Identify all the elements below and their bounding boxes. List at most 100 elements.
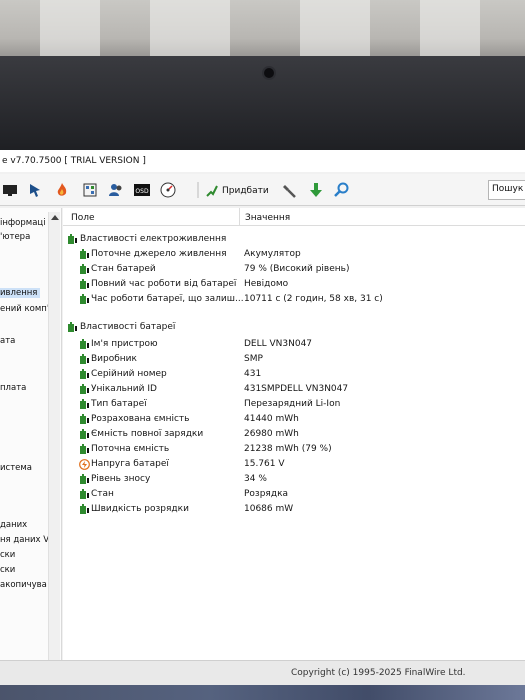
battery-icon [79,414,90,425]
battery-icon [79,279,90,290]
report-label: Придбати [222,186,269,196]
field-value: 79 % (Високий рівень) [244,264,350,274]
table-row[interactable]: Поточне джерело живлення Акумулятор [63,247,525,262]
field-label: Напруга батареї [91,459,169,469]
users-icon[interactable] [108,182,124,198]
table-row[interactable]: Стан Розрядка [63,487,525,502]
details-panel: Поле Значення Властивості електроживленн… [63,208,525,688]
table-row[interactable]: Стан батарей 79 % (Високий рівень) [63,262,525,277]
voltage-icon [79,459,90,470]
copyright-text: Copyright (c) 1995-2025 FinalWire Ltd. [291,668,466,678]
battery-icon [79,249,90,260]
report-icon [205,184,219,198]
table-row[interactable]: Поточна ємність 21238 mWh (79 %) [63,442,525,457]
field-value: 34 % [244,474,267,484]
search-icon[interactable] [334,182,350,198]
svg-text:OSD: OSD [135,188,149,195]
field-label: Поточна ємність [91,444,170,454]
battery-icon [79,339,90,350]
table-row[interactable]: Рівень зносу 34 % [63,472,525,487]
sidebar-item[interactable]: даних [0,520,27,530]
search-button[interactable]: Пошук [488,180,525,200]
section-label: Властивості батареї [80,322,176,332]
field-value: 26980 mWh [244,429,299,439]
battery-icon [79,354,90,365]
field-label: Швидкість розрядки [91,504,189,514]
col-value-header[interactable]: Значення [245,213,290,223]
report-button[interactable]: Придбати [205,182,269,200]
sidebar-tree: інформаці 'ютера ивлення ений комп'ю ата… [0,208,62,688]
sidebar-item[interactable]: 'ютера [0,232,30,242]
table-row[interactable]: Час роботи батареї, що залиш... 10711 с … [63,292,525,307]
section-battery-properties[interactable]: Властивості батареї [63,320,525,335]
field-label: Рівень зносу [91,474,151,484]
field-label: Тип батареї [91,399,147,409]
battery-icon [79,489,90,500]
battery-icon [79,264,90,275]
table-row[interactable]: Швидкість розрядки 10686 mW [63,502,525,517]
sidebar-scrollbar[interactable] [48,212,60,682]
table-row[interactable]: Розрахована ємність 41440 mWh [63,412,525,427]
field-value: SMP [244,354,263,364]
curtain [40,0,100,56]
scroll-up-icon [51,215,59,220]
battery-icon [79,399,90,410]
column-separator[interactable] [239,208,240,226]
sidebar-item[interactable]: ски [0,565,15,575]
sidebar-item[interactable]: истема [0,463,32,473]
column-header: Поле Значення [63,208,525,226]
sidebar-item[interactable]: акопичува [0,580,47,590]
field-value: Перезарядний Li-Ion [244,399,341,409]
flame-icon[interactable] [54,182,70,198]
field-value: Невідомо [244,279,289,289]
field-label: Серійний номер [91,369,167,379]
field-value: 41440 mWh [244,414,299,424]
tools-icon[interactable] [282,182,298,198]
toolbar: OSD Придбати Пошук [0,174,525,206]
field-label: Стан батарей [91,264,156,274]
sidebar-item[interactable]: ня даних V [0,535,49,545]
battery-icon [79,444,90,455]
field-label: Ємність повної зарядки [91,429,204,439]
table-row[interactable]: Серійний номер 431 [63,367,525,382]
sidebar-item[interactable]: ски [0,550,15,560]
sidebar-item[interactable]: інформаці [0,218,46,228]
field-label: Розрахована ємність [91,414,190,424]
table-row[interactable]: Тип батареї Перезарядний Li-Ion [63,397,525,412]
field-value: 21238 mWh (79 %) [244,444,332,454]
app-window: e v7.70.7500 [ TRIAL VERSION ] OSD Придб… [0,150,525,700]
table-row[interactable]: Унікальний ID 431SMPDELL VN3N047 [63,382,525,397]
sidebar-item-power[interactable]: ивлення [0,288,40,298]
download-icon[interactable] [308,182,324,198]
field-label: Виробник [91,354,137,364]
network-icon[interactable] [82,182,98,198]
field-value: 431SMPDELL VN3N047 [244,384,349,394]
field-label: Час роботи батареї, що залиш... [91,294,244,304]
gauge-icon[interactable] [160,182,176,198]
field-label: Стан [91,489,114,499]
sidebar-item[interactable]: ата [0,336,15,346]
curtain [420,0,480,56]
field-value: DELL VN3N047 [244,339,313,349]
toolbar-separator [190,182,199,198]
battery-icon [79,384,90,395]
monitor-icon[interactable] [2,182,18,198]
osd-icon[interactable]: OSD [134,182,150,198]
sidebar-item[interactable]: плата [0,383,26,393]
table-row[interactable]: Ім'я пристрою DELL VN3N047 [63,337,525,352]
field-value: 15.761 V [244,459,285,469]
webcam-icon [262,66,276,80]
table-row[interactable]: Напруга батареї 15.761 V [63,457,525,472]
table-row[interactable]: Повний час роботи від батареї Невідомо [63,277,525,292]
col-field-header[interactable]: Поле [71,213,95,223]
battery-icon [79,294,90,305]
pointer-icon[interactable] [28,182,44,198]
background-room [0,0,525,64]
field-label: Повний час роботи від батареї [91,279,237,289]
field-value: 10686 mW [244,504,294,514]
field-value: 431 [244,369,262,379]
section-power-properties[interactable]: Властивості електроживлення [63,232,525,247]
window-title: e v7.70.7500 [ TRIAL VERSION ] [0,150,525,172]
table-row[interactable]: Ємність повної зарядки 26980 mWh [63,427,525,442]
table-row[interactable]: Виробник SMP [63,352,525,367]
